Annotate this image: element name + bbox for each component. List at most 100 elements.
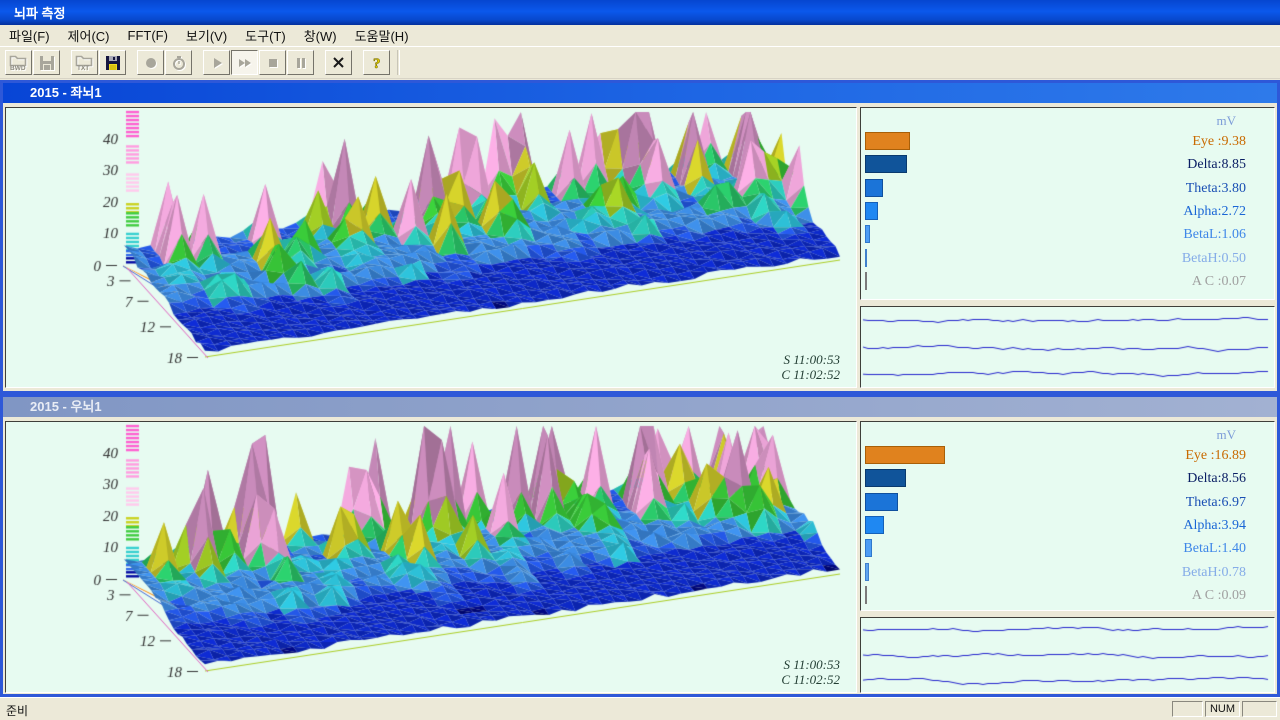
- disk-icon: [39, 55, 55, 71]
- band-bar: [865, 202, 878, 220]
- toolbar: BWD TXT?: [0, 47, 1280, 79]
- statusbar: 준비 NUM: [0, 697, 1280, 720]
- trend-box: [860, 617, 1275, 693]
- surface-plot-box: S 11:00:53 C 11:02:52: [5, 107, 857, 388]
- status-cell-empty-2: [1242, 701, 1277, 717]
- band-bar: [865, 469, 906, 487]
- panel-right-brain: 2015 - 우뇌1 S 11:00:53 C 11:02:52 mV Eye …: [0, 394, 1280, 697]
- window-titlebar[interactable]: 뇌파 측정: [0, 0, 1280, 25]
- current-timestamp: C 11:02:52: [781, 672, 840, 687]
- trend-box: [860, 306, 1275, 388]
- band-bar: [865, 155, 907, 173]
- band-amplitude-box: mV Eye :16.89Delta:8.56Theta:6.97Alpha:3…: [860, 421, 1275, 611]
- stop-icon: [266, 56, 280, 70]
- band-label: Eye :16.89: [1126, 448, 1246, 464]
- pause-button[interactable]: [287, 50, 314, 75]
- stopwatch-icon: [171, 55, 187, 71]
- svg-text:BWD: BWD: [10, 65, 26, 71]
- menu-item-fft[interactable]: FFT(F): [119, 26, 177, 45]
- band-label: Alpha:2.72: [1126, 204, 1246, 220]
- menu-item-help[interactable]: 도움말(H): [346, 24, 418, 47]
- current-timestamp: C 11:02:52: [781, 367, 840, 382]
- close-button[interactable]: [325, 50, 352, 75]
- band-bar: [865, 516, 884, 534]
- start-timestamp: S 11:00:53: [781, 657, 840, 672]
- start-timestamp: S 11:00:53: [781, 352, 840, 367]
- band-row-Eye: Eye :16.89: [861, 446, 1274, 466]
- band-row-AC: A C :0.07: [861, 272, 1274, 292]
- band-label: Alpha:3.94: [1126, 518, 1246, 534]
- trend-canvas: [861, 618, 1274, 692]
- band-label: Delta:8.56: [1126, 471, 1246, 487]
- band-row-AC: A C :0.09: [861, 586, 1274, 606]
- menu-item-view[interactable]: 보기(V): [177, 24, 236, 47]
- band-bar: [865, 272, 867, 290]
- panel-body: S 11:00:53 C 11:02:52 mV Eye :16.89Delta…: [3, 417, 1277, 694]
- menu-item-tools[interactable]: 도구(T): [236, 24, 295, 47]
- band-amplitude-box: mV Eye :9.38Delta:8.85Theta:3.80Alpha:2.…: [860, 107, 1275, 300]
- pause-icon: [294, 56, 308, 70]
- stop-button[interactable]: [259, 50, 286, 75]
- open-bwd-button[interactable]: BWD: [5, 50, 32, 75]
- band-bar: [865, 179, 883, 197]
- band-row-Eye: Eye :9.38: [861, 132, 1274, 152]
- band-row-Delta: Delta:8.56: [861, 469, 1274, 489]
- disk-color-icon: [105, 55, 121, 71]
- fast-forward-button[interactable]: [231, 50, 258, 75]
- band-row-BetaL: BetaL:1.06: [861, 225, 1274, 245]
- save-txt-button[interactable]: [99, 50, 126, 75]
- band-label: Theta:3.80: [1126, 181, 1246, 197]
- band-row-BetaL: BetaL:1.40: [861, 539, 1274, 559]
- band-row-Delta: Delta:8.85: [861, 155, 1274, 175]
- band-bar: [865, 563, 869, 581]
- svg-text:?: ?: [373, 56, 381, 71]
- trend-canvas: [861, 307, 1274, 387]
- panel-left-brain: 2015 - 좌뇌1 S 11:00:53 C 11:02:52 mV Eye …: [0, 80, 1280, 394]
- surface-plot-box: S 11:00:53 C 11:02:52: [5, 421, 857, 693]
- record-icon: [144, 56, 158, 70]
- surface-3d-canvas: [6, 108, 856, 387]
- band-label: A C :0.09: [1126, 588, 1246, 604]
- play-button[interactable]: [203, 50, 230, 75]
- toolbar-separator: [397, 50, 400, 75]
- band-label: BetaL:1.40: [1126, 541, 1246, 557]
- record-button[interactable]: [137, 50, 164, 75]
- window-title: 뇌파 측정: [14, 3, 65, 22]
- panel-titlebar[interactable]: 2015 - 우뇌1: [3, 397, 1277, 417]
- help-button[interactable]: ?: [363, 50, 390, 75]
- band-label: BetaL:1.06: [1126, 227, 1246, 243]
- band-bar: [865, 446, 945, 464]
- panel-title: 2015 - 좌뇌1: [30, 85, 102, 100]
- band-bar: [865, 493, 898, 511]
- timestamps: S 11:00:53 C 11:02:52: [781, 352, 840, 382]
- band-label: Eye :9.38: [1126, 134, 1246, 150]
- band-bar: [865, 586, 867, 604]
- band-bar: [865, 132, 910, 150]
- save-bwd-button[interactable]: [33, 50, 60, 75]
- timer-button[interactable]: [165, 50, 192, 75]
- status-ready-text: 준비: [6, 702, 28, 719]
- band-label: BetaH:0.50: [1126, 251, 1246, 267]
- panel-body: S 11:00:53 C 11:02:52 mV Eye :9.38Delta:…: [3, 103, 1277, 391]
- folder-txt-icon: TXT: [75, 54, 94, 71]
- panel-title: 2015 - 우뇌1: [30, 399, 102, 414]
- timestamps: S 11:00:53 C 11:02:52: [781, 657, 840, 687]
- band-bar: [865, 539, 872, 557]
- band-bar: [865, 225, 870, 243]
- fast-forward-icon: [237, 56, 253, 70]
- status-num-indicator: NUM: [1205, 701, 1240, 717]
- open-txt-button[interactable]: TXT: [71, 50, 98, 75]
- band-row-Alpha: Alpha:2.72: [861, 202, 1274, 222]
- surface-3d-canvas: [6, 422, 856, 692]
- band-row-Alpha: Alpha:3.94: [861, 516, 1274, 536]
- band-row-Theta: Theta:6.97: [861, 493, 1274, 513]
- menu-item-control[interactable]: 제어(C): [59, 24, 119, 47]
- band-label: BetaH:0.78: [1126, 565, 1246, 581]
- menu-item-window[interactable]: 창(W): [295, 24, 346, 47]
- status-cell-empty-1: [1172, 701, 1203, 717]
- svg-text:TXT: TXT: [77, 65, 89, 71]
- panel-titlebar[interactable]: 2015 - 좌뇌1: [3, 83, 1277, 103]
- band-row-BetaH: BetaH:0.78: [861, 563, 1274, 583]
- band-bar: [865, 249, 867, 267]
- menu-item-file[interactable]: 파일(F): [0, 24, 59, 47]
